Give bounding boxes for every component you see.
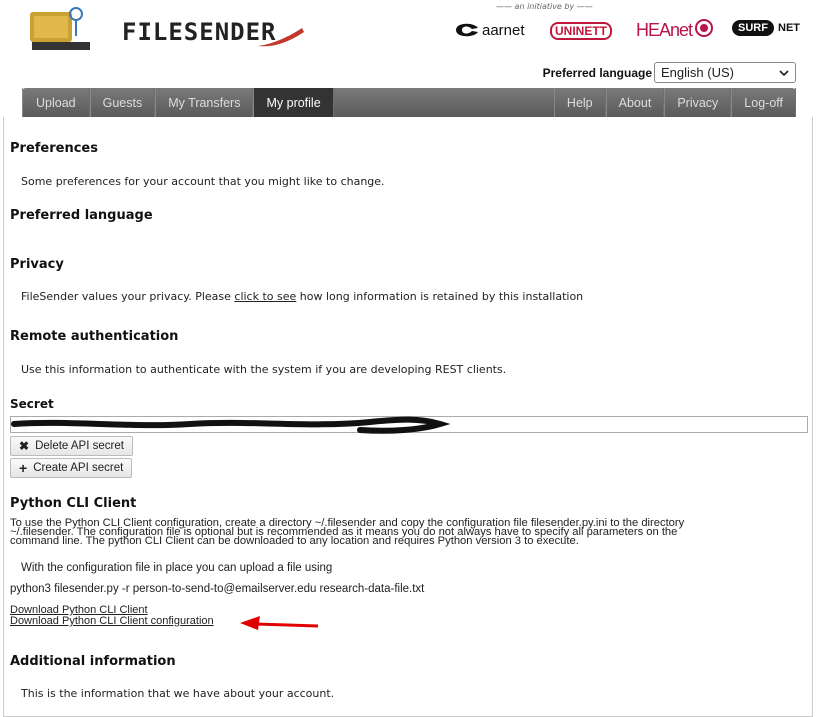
privacy-retention-link[interactable]: click to see <box>234 290 296 303</box>
header: FILESENDER —— an initiative by —— aarnet… <box>0 0 816 90</box>
partner-surf: SURF <box>732 20 774 36</box>
preferences-heading: Preferences <box>10 141 98 156</box>
download-python-config-link[interactable]: Download Python CLI Client configuration <box>10 615 214 627</box>
plus-icon: + <box>19 460 28 476</box>
remote-auth-text: Use this information to authenticate wit… <box>21 363 507 376</box>
close-icon: ✖ <box>19 439 30 453</box>
preferred-language-label: Preferred language <box>542 65 652 80</box>
python-upload-hint: With the configuration file in place you… <box>21 562 333 574</box>
preferences-text: Some preferences for your account that y… <box>21 175 385 188</box>
language-selector-row: Preferred language English (US) <box>543 62 796 83</box>
partner-aarnet: aarnet <box>482 22 525 39</box>
filesender-logo[interactable]: FILESENDER <box>30 6 310 56</box>
nav-privacy[interactable]: Privacy <box>664 88 732 117</box>
python-command: python3 filesender.py -r person-to-send-… <box>10 583 425 595</box>
remote-auth-heading: Remote authentication <box>10 329 179 344</box>
partner-uninett: UNINETT <box>550 22 612 40</box>
chevron-down-icon <box>779 69 789 76</box>
nav-guests[interactable]: Guests <box>89 88 156 117</box>
partner-heanet: HEAnet <box>636 20 693 40</box>
python-cli-text: To use the Python CLI Client configurati… <box>10 517 685 547</box>
nav-my-transfers[interactable]: My Transfers <box>155 88 254 117</box>
aarnet-icon <box>456 23 478 37</box>
main-nav: Upload Guests My Transfers My profile He… <box>22 88 796 117</box>
nav-about[interactable]: About <box>605 88 665 117</box>
preferred-language-heading: Preferred language <box>10 208 153 223</box>
python-cli-heading: Python CLI Client <box>10 496 137 511</box>
nav-help[interactable]: Help <box>553 88 606 117</box>
additional-info-heading: Additional information <box>10 654 176 669</box>
partner-net: NET <box>778 22 800 34</box>
nav-upload[interactable]: Upload <box>22 88 90 117</box>
redaction-scribble <box>11 416 450 434</box>
language-value: English (US) <box>661 65 734 80</box>
nav-my-profile[interactable]: My profile <box>253 88 334 117</box>
nav-log-off[interactable]: Log-off <box>731 88 796 117</box>
filesender-suitcase-icon <box>30 7 90 50</box>
chili-icon <box>258 28 304 47</box>
additional-info-text: This is the information that we have abo… <box>21 687 335 700</box>
initiative-text: —— an initiative by —— <box>496 2 593 11</box>
red-arrow-annotation <box>240 616 319 630</box>
heanet-emblem-icon <box>695 19 713 37</box>
privacy-text: FileSender values your privacy. Please c… <box>21 290 584 303</box>
delete-api-secret-button[interactable]: ✖ Delete API secret <box>10 436 133 456</box>
language-select[interactable]: English (US) <box>654 62 796 83</box>
create-api-secret-button[interactable]: + Create API secret <box>10 458 133 478</box>
privacy-heading: Privacy <box>10 257 64 272</box>
secret-heading: Secret <box>10 397 54 411</box>
logo-text: FILESENDER <box>122 18 277 46</box>
